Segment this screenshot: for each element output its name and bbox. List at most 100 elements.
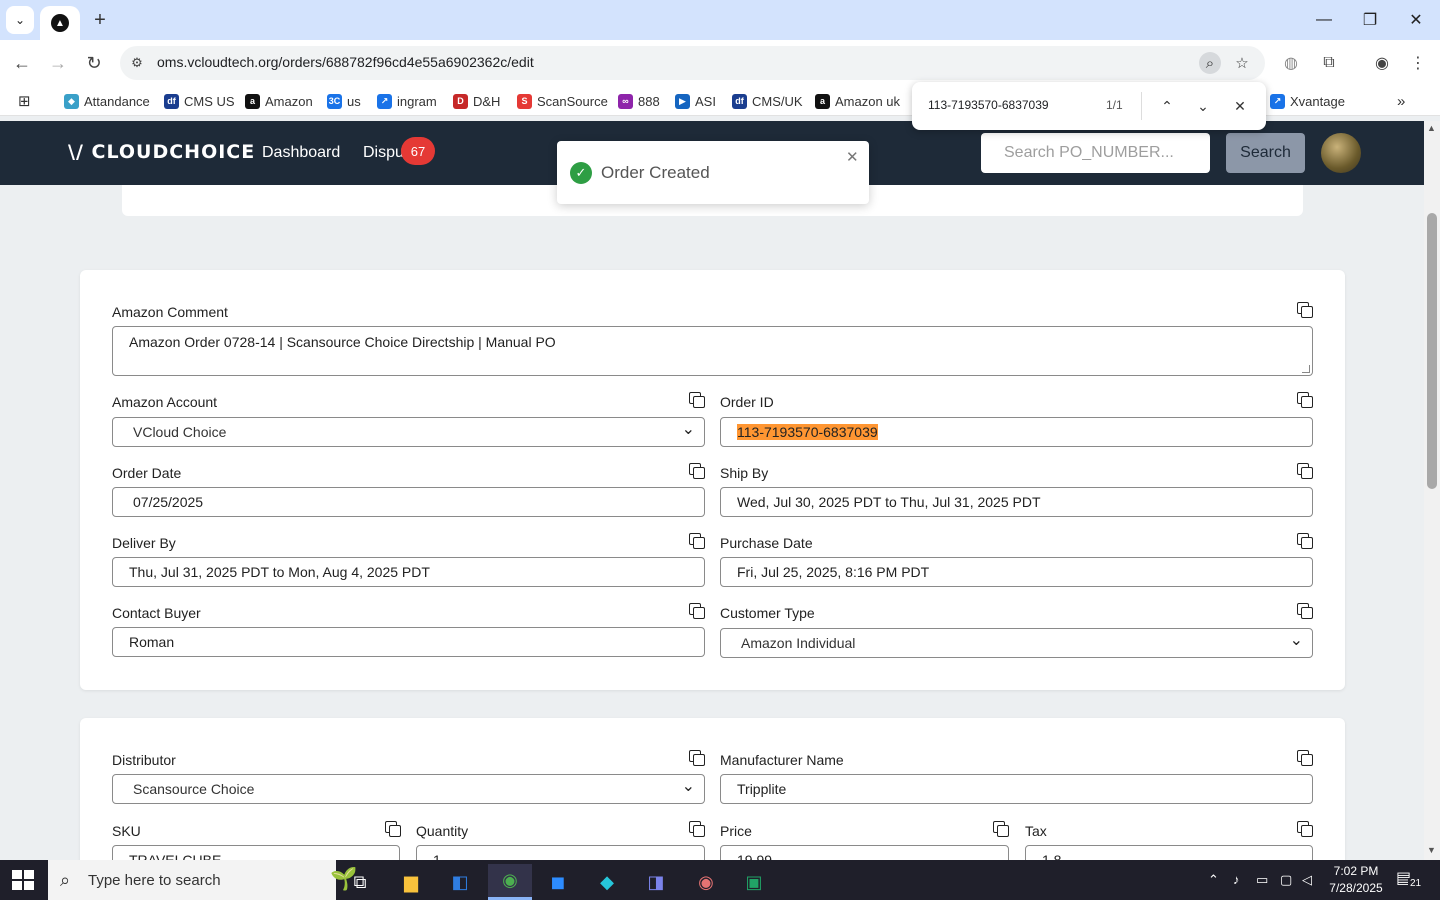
copy-icon[interactable] <box>688 602 706 620</box>
order-date-field[interactable]: 07/25/2025 <box>112 487 705 517</box>
bookmark-cms-us[interactable]: df CMS US <box>164 92 235 110</box>
tray-app-icon[interactable]: ♪ <box>1233 872 1240 887</box>
bookmark-us[interactable]: 3C us <box>327 92 361 110</box>
copy-icon[interactable] <box>688 820 706 838</box>
active-tab[interactable]: ▲ <box>40 6 80 40</box>
copy-icon[interactable] <box>1296 391 1314 409</box>
copy-icon[interactable] <box>992 820 1010 838</box>
file-explorer-icon[interactable]: ▆ <box>389 864 433 900</box>
chrome-icon[interactable]: ◉ <box>488 864 532 900</box>
back-button[interactable]: ← <box>9 50 35 76</box>
new-tab-button[interactable]: + <box>88 8 112 32</box>
sku-field[interactable]: TRAVELCUBE <box>112 845 400 860</box>
zoom-icon[interactable]: ◼ <box>536 864 580 900</box>
scrollbar-thumb[interactable] <box>1427 213 1437 489</box>
copy-icon[interactable] <box>1296 602 1314 620</box>
copy-icon[interactable] <box>688 391 706 409</box>
amazon-comment-label: Amazon Comment <box>112 304 228 320</box>
price-field[interactable]: 19.99 <box>720 845 1009 860</box>
profile-icon[interactable]: ◉ <box>1369 50 1395 76</box>
po-number-search-input[interactable] <box>981 133 1210 173</box>
minimize-button[interactable]: — <box>1304 6 1344 34</box>
bookmark-ingram[interactable]: ↗ ingram <box>377 92 437 110</box>
order-id-field[interactable]: 113-7193570-6837039 <box>720 417 1313 447</box>
apps-grid-icon[interactable]: ⊞ <box>18 92 31 110</box>
tab-search-button[interactable]: ⌄ <box>6 6 34 34</box>
tax-field[interactable]: 1.8 <box>1025 845 1313 860</box>
bookmark-cms-uk[interactable]: df CMS/UK <box>732 92 803 110</box>
search-button[interactable]: Search <box>1226 133 1305 173</box>
find-close-icon[interactable]: ✕ <box>1228 94 1252 118</box>
excel-icon[interactable]: ▣ <box>732 864 776 900</box>
copy-icon[interactable] <box>1296 301 1314 319</box>
bookmark-attandance[interactable]: ◆ Attandance <box>64 92 150 110</box>
copy-icon[interactable] <box>688 749 706 767</box>
bookmark-scansource[interactable]: S ScanSource <box>517 92 608 110</box>
restore-button[interactable]: ❐ <box>1350 6 1390 34</box>
manufacturer-name-label: Manufacturer Name <box>720 752 844 768</box>
tax-label: Tax <box>1025 823 1047 839</box>
copy-icon[interactable] <box>688 532 706 550</box>
extensions-icon[interactable]: ⧉ <box>1316 50 1342 76</box>
windows-start-icon[interactable] <box>12 870 34 890</box>
bookmark-icon: ↗ <box>377 93 392 109</box>
success-check-icon: ✓ <box>570 162 592 184</box>
copy-icon[interactable] <box>688 462 706 480</box>
contact-buyer-field[interactable]: Roman <box>112 627 705 657</box>
notifications-icon[interactable]: ▤ 21 <box>1396 868 1426 892</box>
purchase-date-field[interactable]: Fri, Jul 25, 2025, 8:16 PM PDT <box>720 557 1313 587</box>
copy-icon[interactable] <box>1296 820 1314 838</box>
distributor-select[interactable]: Scansource Choice <box>112 774 705 804</box>
bookmark-amazon-uk[interactable]: a Amazon uk <box>815 92 900 110</box>
nav-disputes[interactable]: Dispu <box>363 144 404 162</box>
bookmark-xvantage[interactable]: ↗ Xvantage <box>1270 92 1345 110</box>
find-previous-icon[interactable]: ⌃ <box>1155 94 1179 118</box>
customer-type-select[interactable]: Amazon Individual <box>720 628 1313 658</box>
taskbar-clock[interactable]: 7:02 PM 7/28/2025 <box>1326 863 1386 897</box>
copy-icon[interactable] <box>1296 462 1314 480</box>
forward-button[interactable]: → <box>45 50 71 76</box>
tray-display-icon[interactable]: ▢ <box>1280 872 1292 888</box>
nav-dashboard[interactable]: Dashboard <box>262 144 340 162</box>
find-next-icon[interactable]: ⌄ <box>1191 94 1215 118</box>
more-bookmarks-icon[interactable]: » <box>1397 92 1405 110</box>
url-text[interactable]: oms.vcloudtech.org/orders/688782f96cd4e5… <box>157 54 534 70</box>
copy-icon[interactable] <box>1296 749 1314 767</box>
bookmark-888[interactable]: ∞ 888 <box>618 92 660 110</box>
copy-icon[interactable] <box>384 820 402 838</box>
amazon-account-select[interactable]: VCloud Choice <box>112 417 705 447</box>
outlook-icon[interactable]: ◧ <box>438 864 482 900</box>
quantity-field[interactable]: 1 <box>416 845 705 860</box>
chrome-profile-icon[interactable]: ◉ <box>684 864 728 900</box>
scroll-up-icon[interactable]: ▲ <box>1427 123 1436 133</box>
tray-network-icon[interactable]: ▭ <box>1256 872 1268 888</box>
bookmark-star-icon[interactable]: ☆ <box>1231 52 1253 74</box>
scroll-down-icon[interactable]: ▼ <box>1427 845 1436 855</box>
toast-close-icon[interactable]: ✕ <box>846 148 859 166</box>
task-view-icon[interactable]: ⧉ <box>338 864 382 900</box>
bookmark-asi[interactable]: ▶ ASI <box>675 92 716 110</box>
volume-icon[interactable]: ◁ <box>1302 872 1312 888</box>
site-info-icon[interactable]: ⚙ <box>128 54 146 72</box>
app-logo[interactable]: \/ CLOUDCHOICE <box>68 141 255 163</box>
reload-button[interactable]: ↻ <box>81 50 107 76</box>
copy-icon[interactable] <box>1296 532 1314 550</box>
page-scrollbar[interactable]: ▲ ▼ <box>1424 121 1440 860</box>
amazon-comment-textarea[interactable]: Amazon Order 0728-14 | Scansource Choice… <box>112 326 1313 376</box>
app-diamond-icon[interactable]: ◆ <box>585 864 629 900</box>
address-bar[interactable]: ⚙ oms.vcloudtech.org/orders/688782f96cd4… <box>120 46 1265 80</box>
deliver-by-field[interactable]: Thu, Jul 31, 2025 PDT to Mon, Aug 4, 202… <box>112 557 705 587</box>
translate-icon[interactable]: ◍ <box>1278 50 1304 76</box>
teams-icon[interactable]: ◨ <box>634 864 678 900</box>
manufacturer-name-field[interactable]: Tripplite <box>720 774 1313 804</box>
find-input[interactable]: 113-7193570-6837039 <box>928 98 1049 112</box>
user-avatar[interactable] <box>1321 133 1361 173</box>
close-window-button[interactable]: ✕ <box>1396 6 1436 34</box>
taskbar-search-box[interactable]: ⌕ Type here to search 🌱 <box>48 860 357 900</box>
bookmark-amazon[interactable]: a Amazon <box>245 92 313 110</box>
find-in-page-icon[interactable]: ⌕ <box>1199 52 1221 74</box>
bookmark-dh[interactable]: D D&H <box>453 92 500 110</box>
tray-overflow-icon[interactable]: ⌃ <box>1208 872 1219 888</box>
ship-by-field[interactable]: Wed, Jul 30, 2025 PDT to Thu, Jul 31, 20… <box>720 487 1313 517</box>
menu-kebab-icon[interactable]: ⋮ <box>1405 50 1431 76</box>
